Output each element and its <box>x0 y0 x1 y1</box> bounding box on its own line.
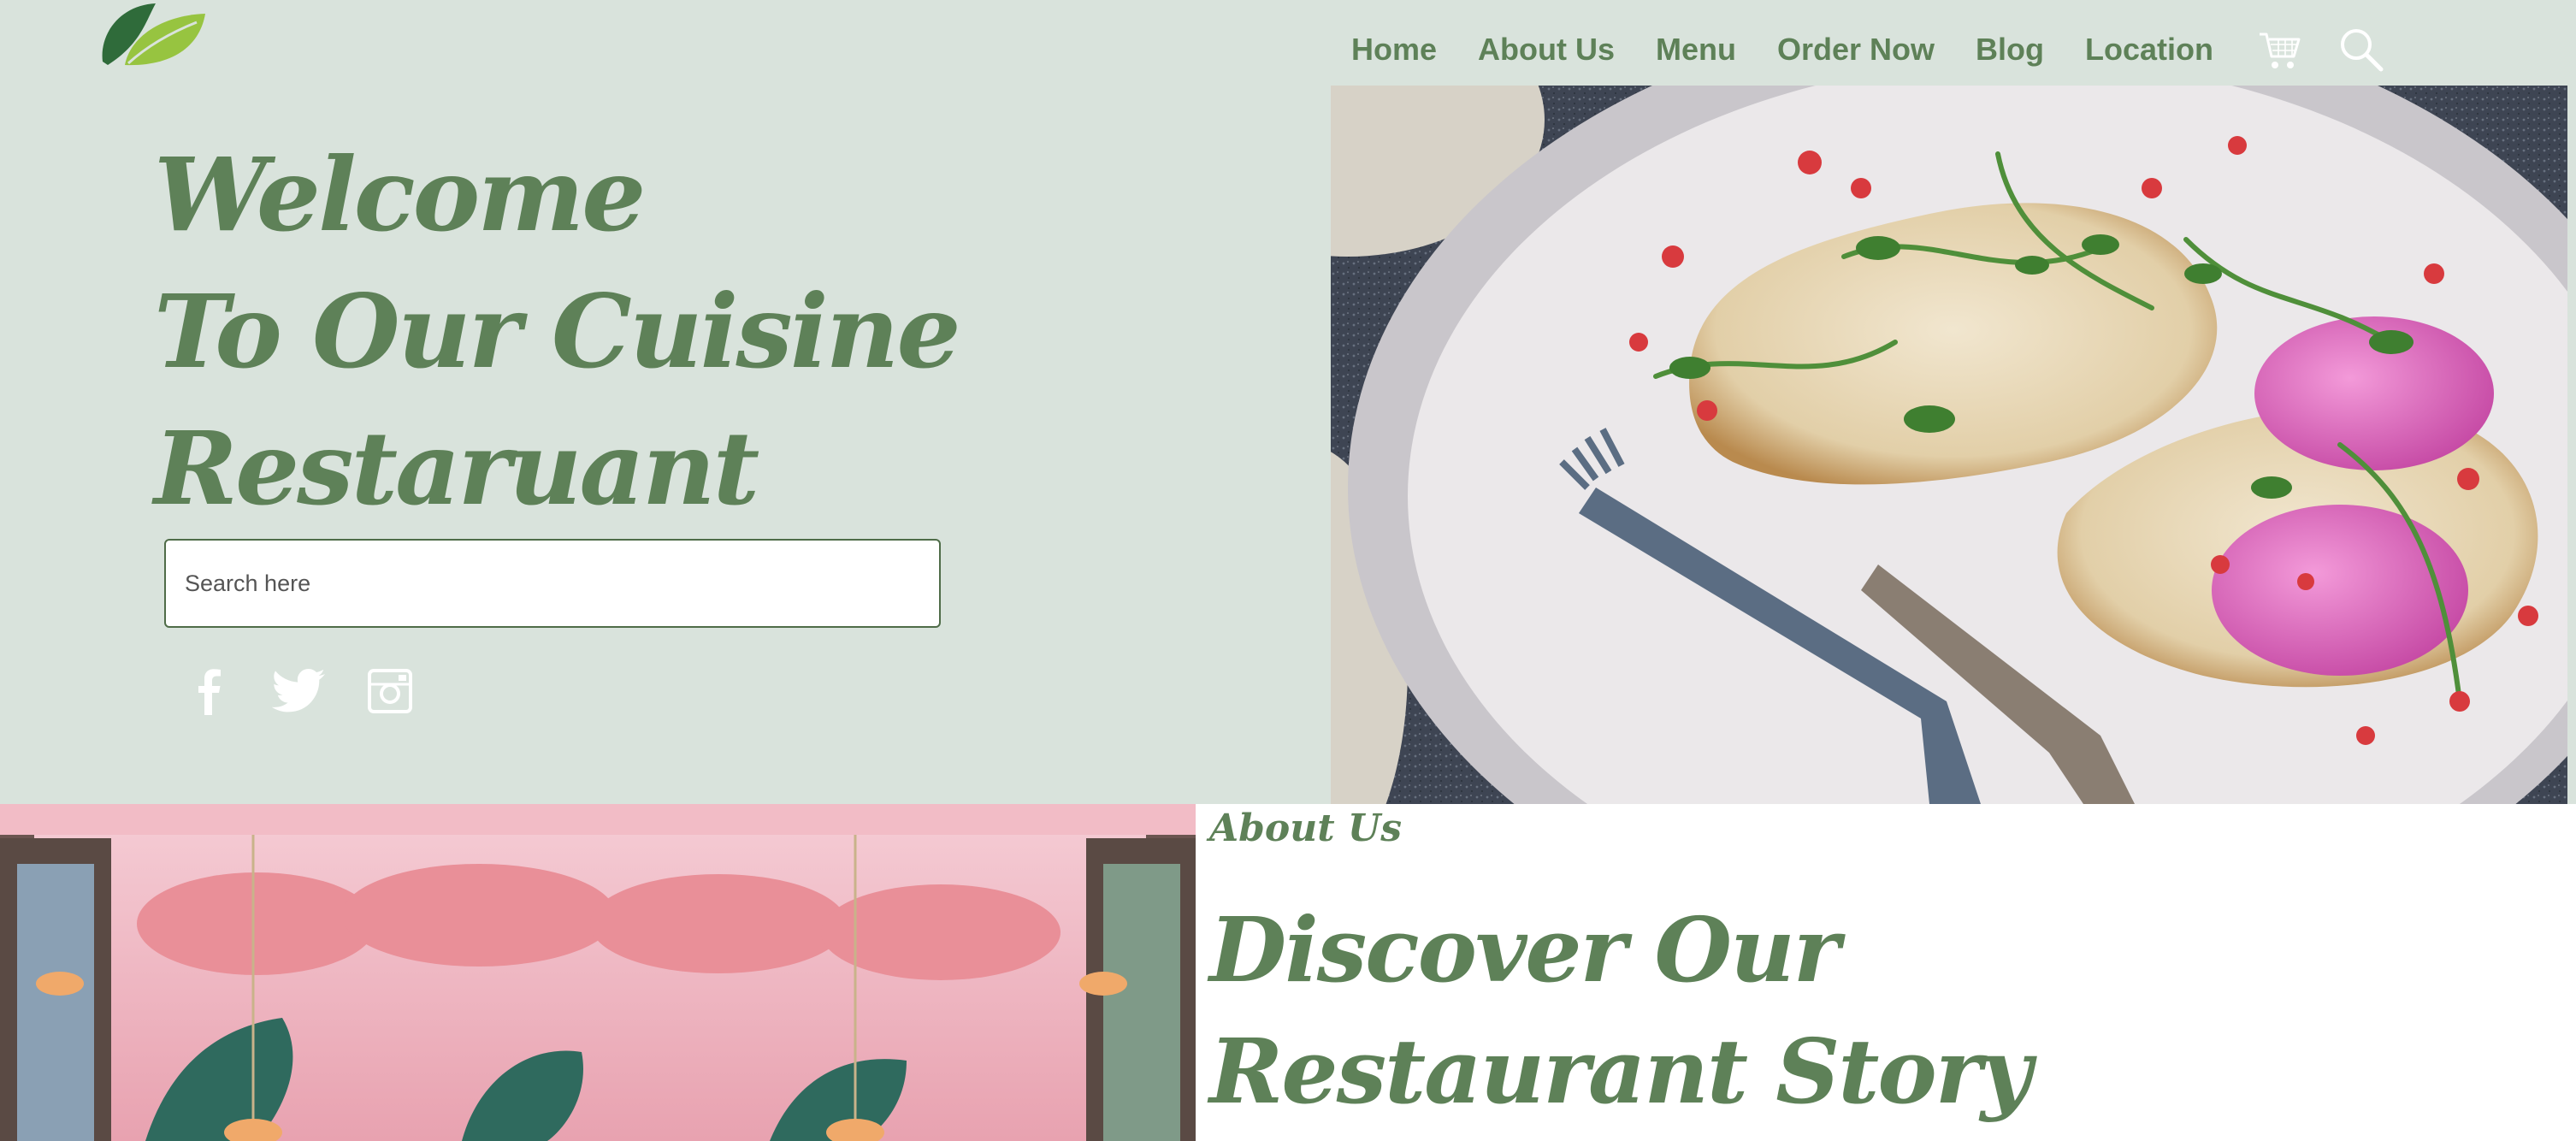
hero-food-image <box>1331 86 2567 804</box>
hero-title-line: Restaruant <box>154 409 759 528</box>
hero-title: Welcome To Our Cuisine Restaruant <box>154 127 961 537</box>
nav-about-us[interactable]: About Us <box>1478 32 1615 68</box>
facebook-icon[interactable] <box>186 665 231 717</box>
hero-title-line: Welcome <box>154 135 646 254</box>
nav-blog[interactable]: Blog <box>1976 32 2044 68</box>
leaf-logo[interactable] <box>96 0 207 68</box>
cart-icon[interactable] <box>2258 27 2302 72</box>
nav-order-now[interactable]: Order Now <box>1777 32 1935 68</box>
search-icon[interactable] <box>2338 27 2384 73</box>
main-nav: Home About Us Menu Order Now Blog Locati… <box>1351 22 2384 77</box>
nav-location[interactable]: Location <box>2085 32 2213 68</box>
about-label: About Us <box>1209 807 1403 850</box>
hero-title-line: To Our Cuisine <box>154 272 961 391</box>
about-restaurant-image <box>0 804 1196 1141</box>
nav-menu[interactable]: Menu <box>1656 32 1736 68</box>
instagram-icon[interactable] <box>366 667 414 715</box>
about-heading-line: Restaurant Story <box>1209 1019 2032 1124</box>
social-links <box>186 665 453 717</box>
about-section: About Us Discover Our Restaurant Story <box>1209 804 2576 1141</box>
search-input[interactable] <box>164 539 941 628</box>
about-heading: Discover Our Restaurant Story <box>1209 890 2032 1132</box>
twitter-icon[interactable] <box>270 667 327 715</box>
nav-home[interactable]: Home <box>1351 32 1437 68</box>
about-heading-line: Discover Our <box>1209 897 1840 1002</box>
